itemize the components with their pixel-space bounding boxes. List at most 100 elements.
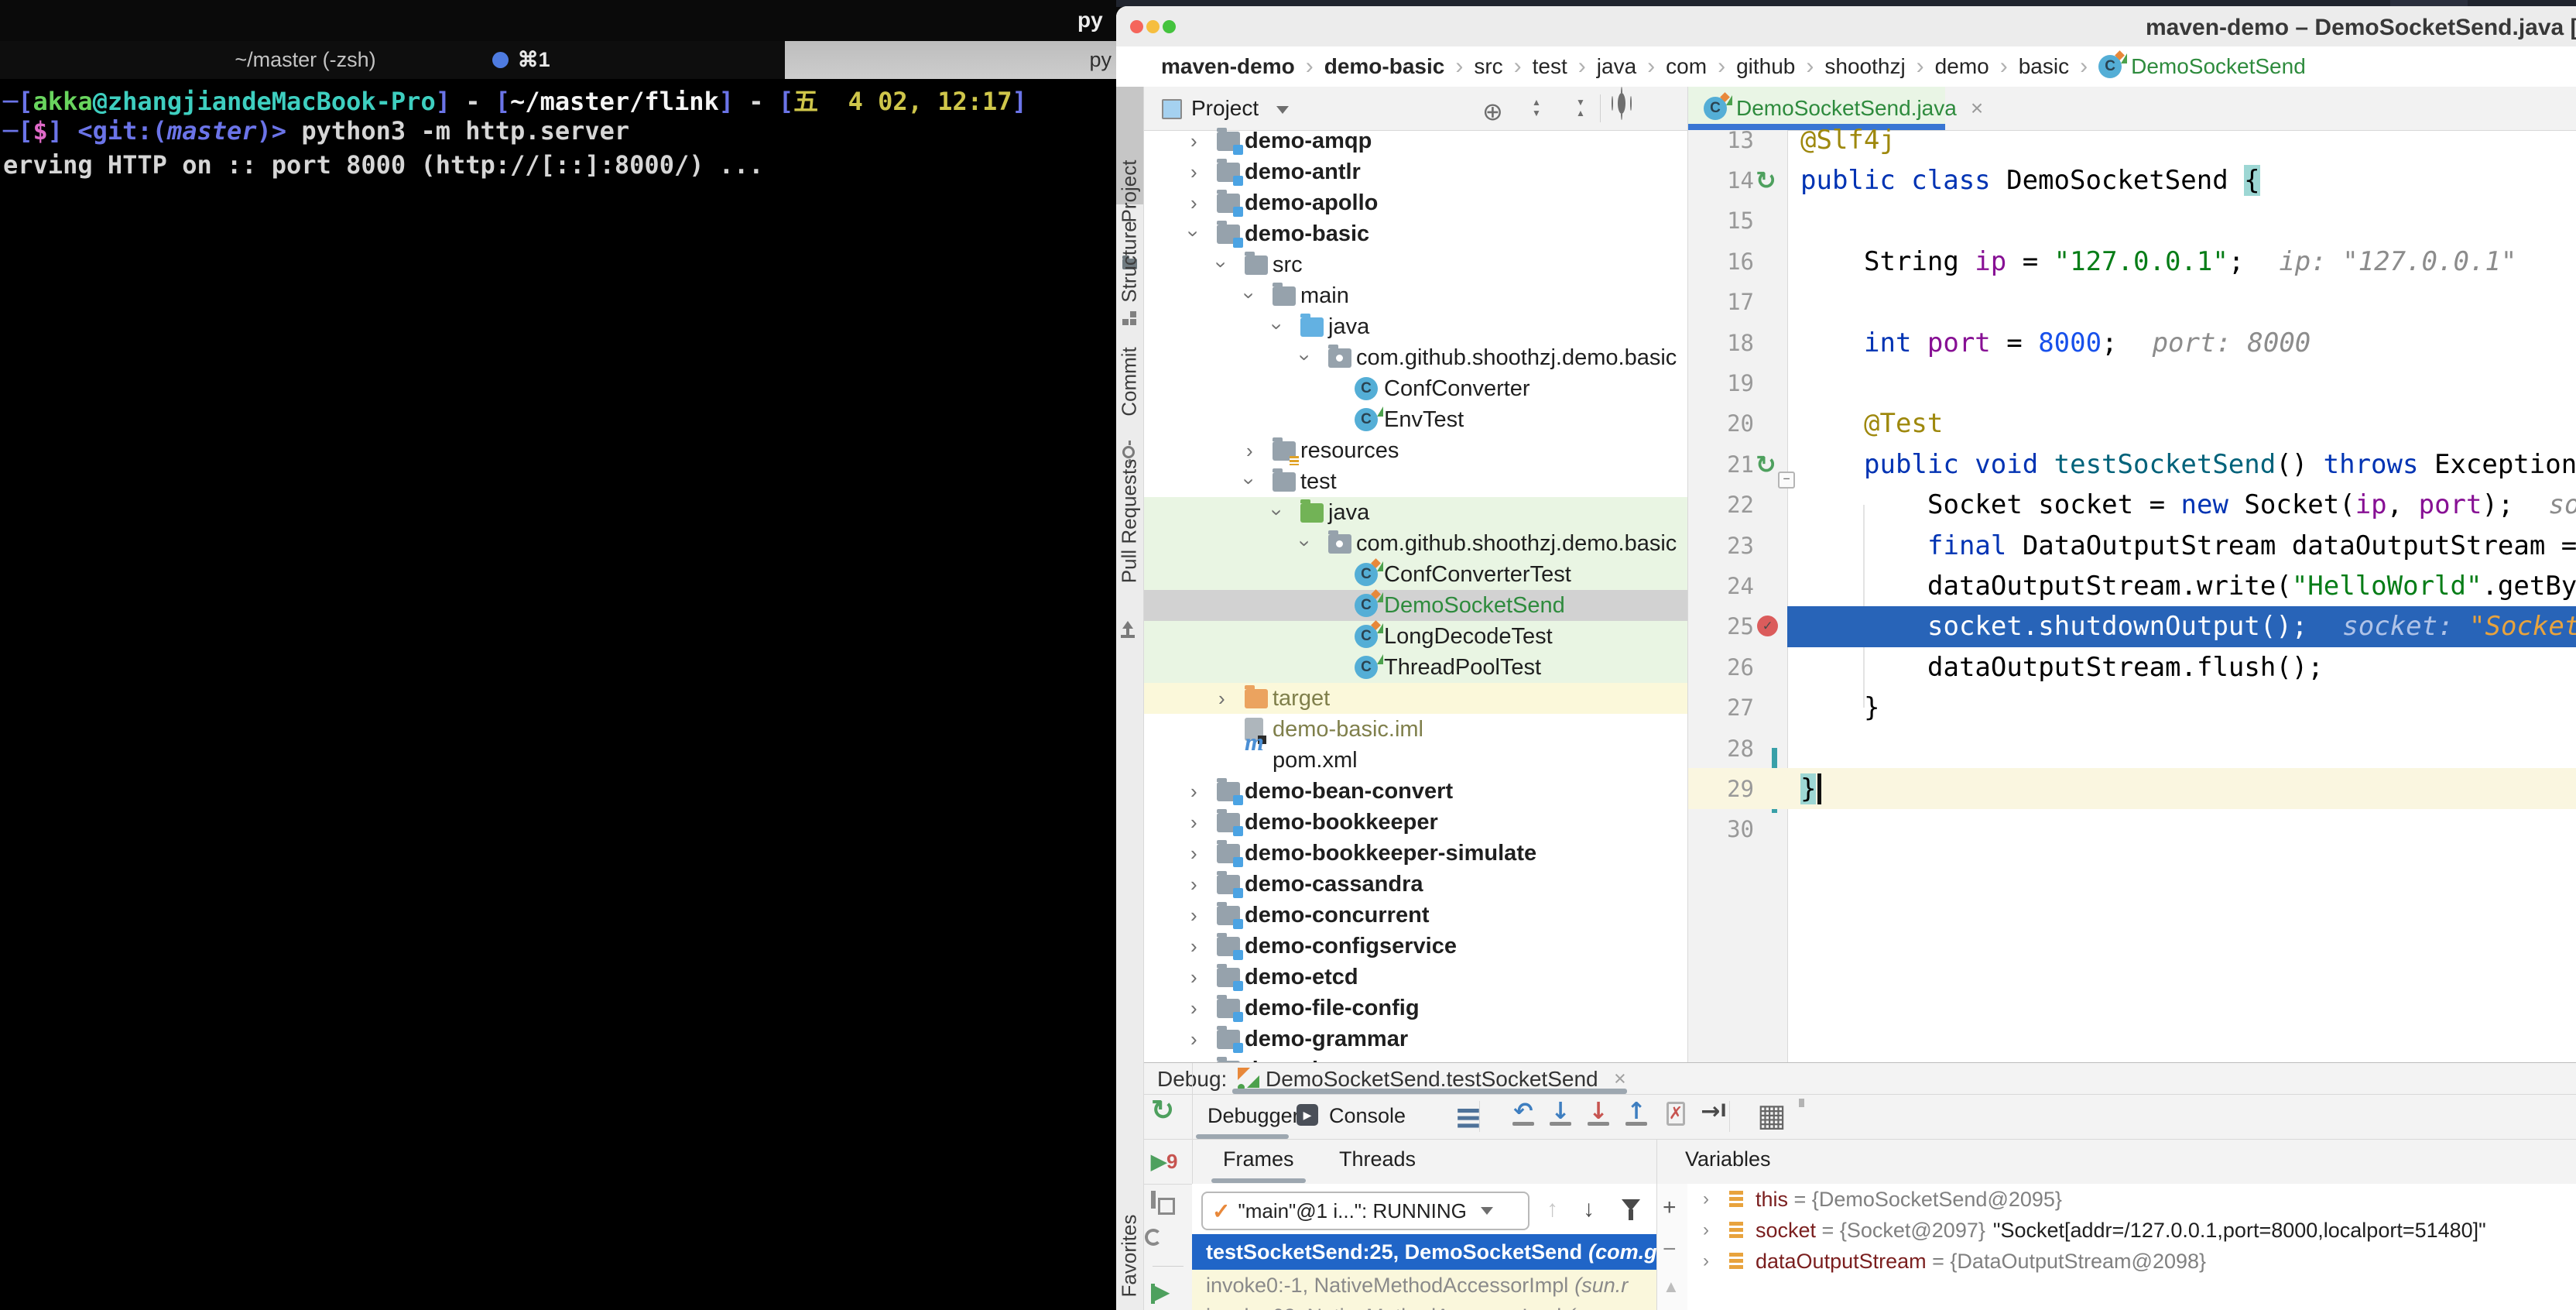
chevron-down-icon[interactable]	[1276, 106, 1289, 114]
chevron-collapsed-icon[interactable]: ›	[1703, 1250, 1729, 1272]
tree-item[interactable]: ›demo-apollo	[1143, 187, 1687, 218]
line-number[interactable]: 30	[1688, 816, 1754, 842]
tree-item[interactable]: ›demo-basic	[1143, 218, 1687, 249]
chevron-expanded-icon[interactable]: ›	[1211, 262, 1231, 269]
code-line[interactable]: 19	[1688, 362, 2576, 403]
chevron-expanded-icon[interactable]: ›	[1239, 293, 1259, 300]
gutter-cell[interactable]	[1754, 282, 1787, 323]
code-text[interactable]: int port = 8000;port: 8000	[1787, 322, 2576, 363]
chevron-collapsed-icon[interactable]: ›	[1190, 998, 1197, 1018]
line-number[interactable]: 23	[1688, 533, 1754, 559]
breadcrumb-item[interactable]: java	[1597, 54, 1636, 79]
gutter-cell[interactable]: ✓	[1754, 606, 1787, 647]
sidebar-item-pull-requests[interactable]: Pull Requests	[1118, 459, 1142, 583]
code-text[interactable]	[1787, 282, 2576, 323]
line-number[interactable]: 24	[1688, 573, 1754, 599]
code-line[interactable]: 17	[1688, 282, 2576, 323]
line-number[interactable]: 14	[1688, 167, 1754, 194]
tree-item[interactable]: CEnvTest	[1143, 404, 1687, 435]
line-number[interactable]: 21	[1688, 451, 1754, 478]
previous-frame-icon[interactable]: ↑	[1547, 1196, 1558, 1223]
project-pane-title[interactable]: Project	[1191, 96, 1259, 121]
collapse-all-icon[interactable]: ▼▲	[1571, 97, 1591, 117]
terminal-tab-active[interactable]: ~/master (-zsh) ⌘1	[0, 41, 785, 79]
gutter-cell[interactable]: ↻	[1754, 159, 1787, 201]
tree-item[interactable]: CConfConverterTest	[1143, 559, 1687, 590]
code-text[interactable]: Socket socket = new Socket(ip, port);soc	[1787, 485, 2576, 526]
gutter-cell[interactable]	[1754, 565, 1787, 606]
tab-debugger[interactable]: Debugger	[1208, 1104, 1300, 1128]
code-line[interactable]: 25✓socket.shutdownOutput();socket: "Sock…	[1688, 606, 2576, 647]
tree-item[interactable]: ›demo-cassandra	[1143, 869, 1687, 900]
ide-titlebar[interactable]: maven-demo – DemoSocketSend.java [dem	[1116, 6, 2576, 47]
breadcrumb-item[interactable]: shoothzj	[1824, 54, 1905, 79]
tree-item[interactable]: ›src	[1143, 249, 1687, 280]
code-text[interactable]: dataOutputStream.flush();	[1787, 646, 2576, 688]
chevron-collapsed-icon[interactable]: ›	[1246, 441, 1253, 461]
chevron-expanded-icon[interactable]: ›	[1267, 324, 1287, 331]
code-line[interactable]: 15	[1688, 201, 2576, 242]
chevron-collapsed-icon[interactable]: ›	[1218, 688, 1225, 708]
frame-row[interactable]: invoke:62, NativeMethodAccessorImpl (sun…	[1192, 1301, 1656, 1310]
breadcrumb-item[interactable]: github	[1736, 54, 1795, 79]
frame-row[interactable]: invoke0:-1, NativeMethodAccessorImpl (su…	[1192, 1270, 1656, 1301]
rerun-icon[interactable]: ↻	[1151, 1094, 1174, 1127]
code-line[interactable]: 24dataOutputStream.write("HelloWorld".ge…	[1688, 565, 2576, 606]
settings-icon[interactable]	[1618, 97, 1625, 111]
chevron-collapsed-icon[interactable]: ›	[1190, 905, 1197, 925]
breadcrumb-item[interactable]: demo	[1935, 54, 1989, 79]
tree-item[interactable]: ›demo-bookkeeper-simulate	[1143, 838, 1687, 869]
tree-item[interactable]: ›demo-configservice	[1143, 931, 1687, 962]
code-text[interactable]: final DataOutputStream dataOutputStream …	[1787, 525, 2576, 566]
code-line[interactable]: 18 int port = 8000;port: 8000	[1688, 322, 2576, 363]
code-line[interactable]: 23 final DataOutputStream dataOutputStrea…	[1688, 525, 2576, 566]
breadcrumb-item[interactable]: maven-demo	[1161, 54, 1295, 79]
remove-watch-icon[interactable]: −	[1663, 1236, 1677, 1263]
chevron-collapsed-icon[interactable]: ›	[1190, 1029, 1197, 1049]
tree-item[interactable]: ›com.github.shoothzj.demo.basic	[1143, 528, 1687, 559]
chevron-collapsed-icon[interactable]: ›	[1190, 193, 1197, 213]
pane-divider[interactable]	[1656, 1140, 1657, 1310]
code-line[interactable]: 29}	[1688, 768, 2576, 809]
chevron-collapsed-icon[interactable]: ›	[1190, 162, 1197, 182]
tree-item[interactable]: ›main	[1143, 280, 1687, 311]
breadcrumb-item[interactable]: test	[1533, 54, 1567, 79]
tree-item[interactable]: ›demo-bookkeeper	[1143, 807, 1687, 838]
filter-frames-icon[interactable]	[1622, 1199, 1640, 1211]
chevron-collapsed-icon[interactable]: ›	[1190, 781, 1197, 801]
code-line[interactable]: 14↻public class DemoSocketSend {	[1688, 159, 2576, 201]
tree-item[interactable]: mpom.xml	[1143, 745, 1687, 776]
tree-item[interactable]: CThreadPoolTest	[1143, 652, 1687, 683]
gutter-cell[interactable]	[1754, 201, 1787, 242]
gutter-cell[interactable]	[1754, 646, 1787, 688]
line-number[interactable]: 29	[1688, 776, 1754, 802]
gutter-cell[interactable]	[1754, 119, 1787, 160]
code-line[interactable]: 16String ip = "127.0.0.1";ip: "127.0.0.1…	[1688, 241, 2576, 282]
tree-item[interactable]: ›demo-http	[1143, 1055, 1687, 1062]
chevron-collapsed-icon[interactable]: ›	[1190, 131, 1197, 151]
gutter-cell[interactable]	[1754, 485, 1787, 526]
breadcrumb-item[interactable]: src	[1474, 54, 1502, 79]
chevron-expanded-icon[interactable]: ›	[1295, 355, 1315, 362]
line-number[interactable]: 20	[1688, 410, 1754, 437]
chevron-collapsed-icon[interactable]: ›	[1703, 1188, 1729, 1210]
step-out-icon[interactable]: ↑	[1621, 1098, 1652, 1126]
gutter-cell[interactable]	[1754, 688, 1787, 729]
line-number[interactable]: 26	[1688, 654, 1754, 681]
code-text[interactable]	[1787, 201, 2576, 242]
chevron-collapsed-icon[interactable]: ›	[1190, 936, 1197, 956]
tree-item[interactable]: ›demo-grammar	[1143, 1024, 1687, 1055]
chevron-collapsed-icon[interactable]: ›	[1703, 1219, 1729, 1241]
gutter-cell[interactable]: ↻−	[1754, 444, 1787, 485]
line-number[interactable]: 18	[1688, 330, 1754, 356]
code-text[interactable]: String ip = "127.0.0.1";ip: "127.0.0.1"	[1787, 241, 2576, 282]
breadcrumb-item[interactable]: demo-basic	[1324, 54, 1445, 79]
tree-item[interactable]: CDemoSocketSend	[1143, 590, 1687, 621]
terminal-tab-inactive[interactable]: py	[785, 41, 1122, 79]
tab-threads[interactable]: Threads	[1339, 1147, 1416, 1171]
chevron-collapsed-icon[interactable]: ›	[1190, 967, 1197, 987]
variable-row[interactable]: ›socket = {Socket@2097}"Socket[addr=/127…	[1687, 1215, 2576, 1246]
sidebar-item-structure[interactable]: Structure	[1118, 221, 1142, 303]
tab-console[interactable]: Console	[1329, 1104, 1406, 1128]
code-line[interactable]: 13@Slf4j	[1688, 119, 2576, 160]
